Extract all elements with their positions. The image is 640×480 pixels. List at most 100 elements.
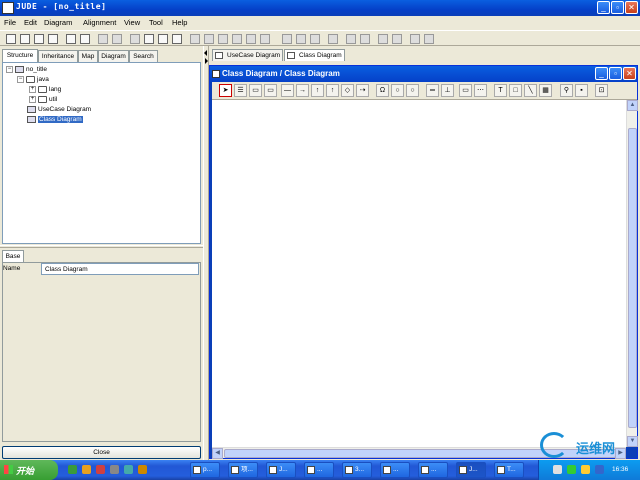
taskbar-item[interactable]: J... (266, 462, 296, 478)
scroll-left-icon[interactable]: ◀ (212, 448, 223, 459)
align-center-icon[interactable] (204, 34, 214, 44)
object-tool-icon[interactable]: ▪ (575, 84, 588, 97)
close-button[interactable]: ✕ (625, 1, 638, 14)
zoom-reset-icon[interactable] (172, 34, 182, 44)
line-tool-icon[interactable]: ╲ (524, 84, 537, 97)
scroll-up-icon[interactable]: ▲ (627, 100, 638, 111)
tab-inheritance[interactable]: Inheritance (38, 50, 78, 62)
redo-icon[interactable] (112, 34, 122, 44)
layout-4-icon[interactable] (392, 34, 402, 44)
taskbar-item[interactable]: 3... (342, 462, 372, 478)
collapse-left-icon[interactable] (204, 50, 207, 56)
open-icon[interactable] (20, 34, 30, 44)
collapse-right-icon[interactable] (205, 58, 208, 64)
zoom-fit-icon[interactable] (130, 34, 140, 44)
show-desktop-icon[interactable] (68, 465, 77, 474)
vertical-scroll-thumb[interactable] (628, 128, 637, 428)
expand-icon[interactable]: + (29, 86, 36, 93)
distribute-v-icon[interactable] (328, 34, 338, 44)
taskbar-item[interactable]: T... (494, 462, 524, 478)
shape-tool-icon[interactable]: ⚲ (560, 84, 573, 97)
attribute-tool-icon[interactable]: ═ (426, 84, 439, 97)
collapse-icon[interactable]: − (17, 76, 24, 83)
tab-diagram[interactable]: Diagram (98, 50, 129, 62)
taskbar-item-jude[interactable]: J... (456, 462, 486, 478)
layout-6-icon[interactable] (424, 34, 434, 44)
vertical-scrollbar[interactable]: ▲ ▼ (626, 100, 638, 447)
operation-tool-icon[interactable]: ⊥ (441, 84, 454, 97)
collapse-icon[interactable]: − (6, 66, 13, 73)
note-anchor-tool-icon[interactable]: ⋯ (474, 84, 487, 97)
tree-node-class-diagram[interactable]: Class Diagram (27, 116, 83, 124)
tab-class-diagram[interactable]: Class Diagram (284, 49, 345, 61)
layout-2-icon[interactable] (360, 34, 370, 44)
quicklaunch-icon[interactable] (110, 465, 119, 474)
align-right-icon[interactable] (218, 34, 228, 44)
layout-5-icon[interactable] (410, 34, 420, 44)
close-panel-button[interactable]: Close (2, 446, 201, 459)
layout-1-icon[interactable] (346, 34, 356, 44)
zoom-out-icon[interactable] (158, 34, 168, 44)
tray-icon[interactable] (553, 465, 562, 474)
note-tool-icon[interactable]: ▭ (459, 84, 472, 97)
tree-node-java[interactable]: − java (17, 76, 49, 83)
quicklaunch-icon[interactable] (124, 465, 133, 474)
tab-map[interactable]: Map (78, 50, 98, 62)
frame-close-button[interactable]: ✕ (623, 67, 636, 80)
undo-icon[interactable] (98, 34, 108, 44)
interface-tool-icon[interactable]: Ω (376, 84, 389, 97)
taskbar-item[interactable]: 项... (228, 462, 258, 478)
menu-alignment[interactable]: Alignment (83, 18, 116, 27)
select-tool-icon[interactable]: ➤ (219, 84, 232, 97)
tree-node-usecase-diagram[interactable]: UseCase Diagram (27, 106, 91, 113)
quicklaunch-icon[interactable] (138, 465, 147, 474)
rectangle-tool-icon[interactable]: □ (509, 84, 522, 97)
layout-tool-icon[interactable]: ⊡ (595, 84, 608, 97)
provided-interface-tool-icon[interactable]: ○ (391, 84, 404, 97)
menu-file[interactable]: File (4, 18, 16, 27)
menu-help[interactable]: Help (172, 18, 187, 27)
minimize-button[interactable]: _ (597, 1, 610, 14)
frame-maximize-button[interactable]: ▫ (609, 67, 622, 80)
class-tool-icon[interactable]: ☰ (234, 84, 247, 97)
same-width-icon[interactable] (282, 34, 292, 44)
taskbar-item[interactable]: p... (190, 462, 220, 478)
taskbar-item[interactable]: ... (418, 462, 448, 478)
directed-association-tool-icon[interactable]: → (296, 84, 309, 97)
start-button[interactable]: 开始 (0, 460, 58, 480)
align-top-icon[interactable] (232, 34, 242, 44)
expand-icon[interactable]: + (29, 96, 36, 103)
taskbar-item[interactable]: ... (380, 462, 410, 478)
pane-splitter[interactable] (0, 245, 203, 248)
clock[interactable]: 16:36 (612, 466, 628, 473)
tree-node-project[interactable]: − no_title (6, 66, 47, 73)
tree-node-lang[interactable]: + lang (29, 86, 61, 93)
print-icon[interactable] (48, 34, 58, 44)
align-bottom-icon[interactable] (260, 34, 270, 44)
copy-icon[interactable] (66, 34, 76, 44)
align-middle-icon[interactable] (246, 34, 256, 44)
menu-tool[interactable]: Tool (149, 18, 163, 27)
align-left-icon[interactable] (190, 34, 200, 44)
save-icon[interactable] (34, 34, 44, 44)
zoom-in-icon[interactable] (144, 34, 154, 44)
frame-minimize-button[interactable]: _ (595, 67, 608, 80)
paste-icon[interactable] (80, 34, 90, 44)
taskbar-item[interactable]: ... (304, 462, 334, 478)
tray-icon[interactable] (567, 465, 576, 474)
media-icon[interactable] (96, 465, 105, 474)
realization-tool-icon[interactable]: ↑ (326, 84, 339, 97)
distribute-h-icon[interactable] (310, 34, 320, 44)
menu-edit[interactable]: Edit (24, 18, 37, 27)
tree-node-util[interactable]: + util (29, 96, 57, 103)
same-height-icon[interactable] (296, 34, 306, 44)
package-tool-icon[interactable]: ▭ (249, 84, 262, 97)
browser-icon[interactable] (82, 465, 91, 474)
menu-view[interactable]: View (124, 18, 140, 27)
required-interface-tool-icon[interactable]: ○ (406, 84, 419, 97)
text-tool-icon[interactable]: T (494, 84, 507, 97)
subsystem-tool-icon[interactable]: ▭ (264, 84, 277, 97)
volume-icon[interactable] (595, 465, 604, 474)
aggregation-tool-icon[interactable]: ◇ (341, 84, 354, 97)
diagram-canvas[interactable] (212, 100, 626, 447)
